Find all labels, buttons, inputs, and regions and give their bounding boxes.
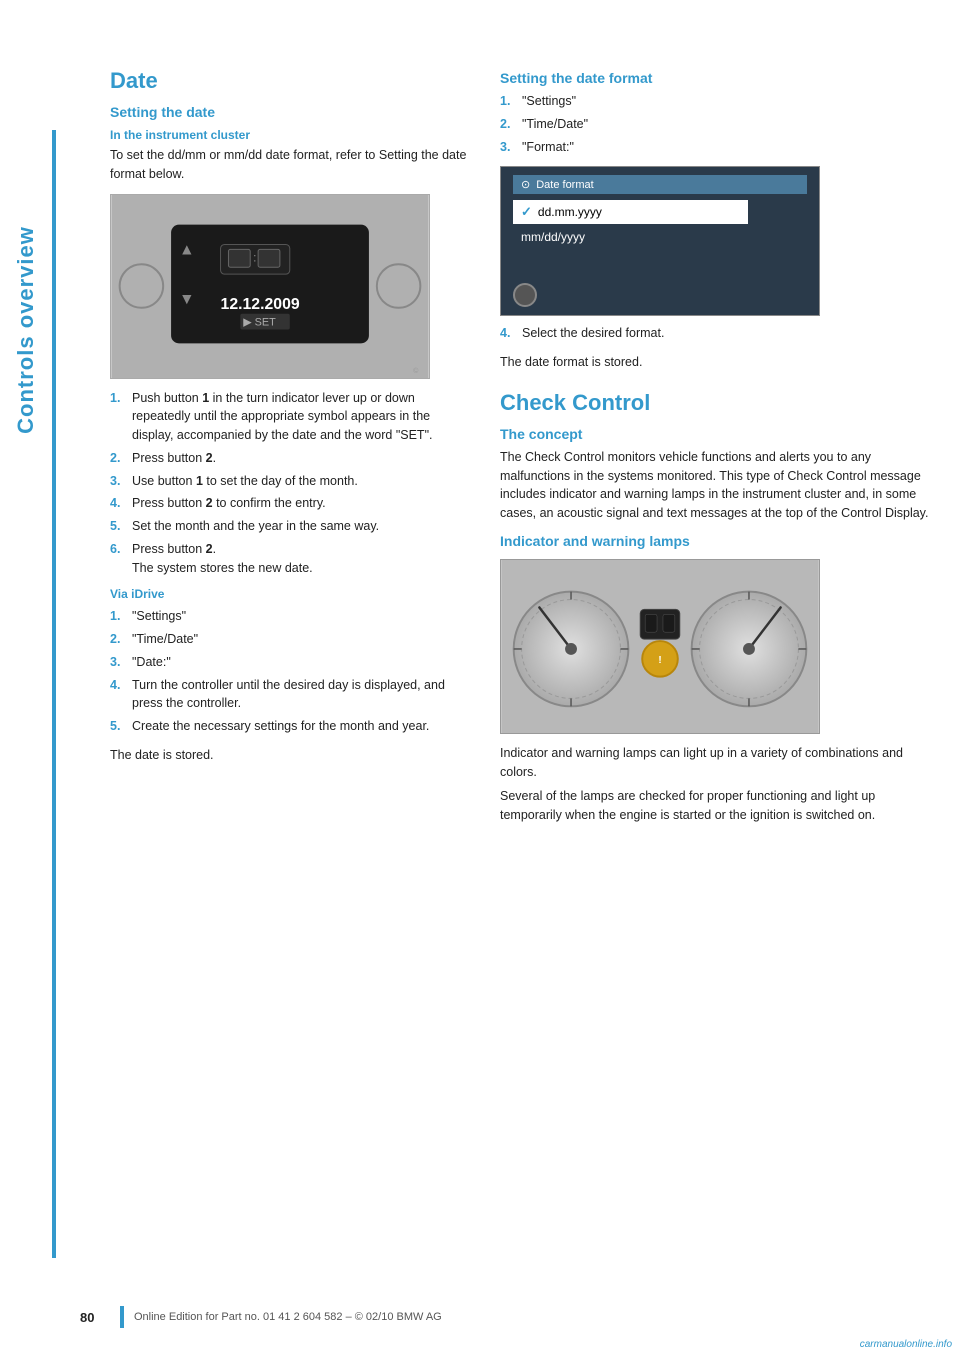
svg-text:▶ SET: ▶ SET bbox=[243, 316, 276, 328]
date-format-screen: ⊙ Date format ✓ dd.mm.yyyy mm/dd/yyyy bbox=[500, 166, 820, 316]
list-item: 6. Press button 2.The system stores the … bbox=[110, 540, 470, 578]
list-item: 2. "Time/Date" bbox=[110, 630, 470, 649]
carmanuals-watermark: carmanualonline.info bbox=[860, 1339, 952, 1350]
concept-title: The concept bbox=[500, 426, 930, 442]
main-content: Date Setting the date In the instrument … bbox=[80, 60, 960, 831]
footer: 80 Online Edition for Part no. 01 41 2 6… bbox=[0, 1306, 960, 1328]
date-stored-text: The date is stored. bbox=[110, 746, 470, 765]
list-item: 4. Select the desired format. bbox=[500, 324, 930, 343]
list-item: 1. "Settings" bbox=[500, 92, 930, 111]
svg-text:!: ! bbox=[658, 655, 661, 666]
left-column: Date Setting the date In the instrument … bbox=[110, 60, 470, 831]
list-item: 1. "Settings" bbox=[110, 607, 470, 626]
list-item: 5. Set the month and the year in the sam… bbox=[110, 517, 470, 536]
page-number: 80 bbox=[80, 1310, 110, 1325]
list-item: 4. Press button 2 to confirm the entry. bbox=[110, 494, 470, 513]
list-item: 2. Press button 2. bbox=[110, 449, 470, 468]
list-item: 3. Use button 1 to set the day of the mo… bbox=[110, 472, 470, 491]
sidebar-bar bbox=[52, 130, 56, 1258]
footer-text: Online Edition for Part no. 01 41 2 604 … bbox=[134, 1311, 442, 1323]
indicator-lamps-title: Indicator and warning lamps bbox=[500, 533, 930, 549]
footer-bar bbox=[120, 1306, 124, 1328]
list-item: 3. "Date:" bbox=[110, 653, 470, 672]
checkmark-icon: ✓ bbox=[521, 204, 532, 220]
sub-subsection-instrument-cluster: In the instrument cluster bbox=[110, 128, 470, 142]
instrument-cluster-intro: To set the dd/mm or mm/dd date format, r… bbox=[110, 146, 470, 184]
svg-text:12.12.2009: 12.12.2009 bbox=[221, 295, 300, 312]
date-format-option-1-text: dd.mm.yyyy bbox=[538, 205, 602, 219]
sidebar-label: Controls overview bbox=[0, 160, 52, 500]
indicator-text2: Several of the lamps are checked for pro… bbox=[500, 787, 930, 825]
list-item: 5. Create the necessary settings for the… bbox=[110, 717, 470, 736]
section-title-date: Date bbox=[110, 68, 470, 94]
setting-date-format-title: Setting the date format bbox=[500, 70, 930, 86]
indicator-text1: Indicator and warning lamps can light up… bbox=[500, 744, 930, 782]
step4-list: 4. Select the desired format. bbox=[500, 324, 930, 343]
subsection-setting-date: Setting the date bbox=[110, 104, 470, 120]
list-item: 1. Push button 1 in the turn indicator l… bbox=[110, 389, 470, 445]
check-control-title: Check Control bbox=[500, 390, 930, 416]
via-idrive-title: Via iDrive bbox=[110, 587, 470, 601]
date-format-stored: The date format is stored. bbox=[500, 353, 930, 372]
page-container: Controls overview Date Setting the date … bbox=[0, 0, 960, 1358]
instrument-steps-list: 1. Push button 1 in the turn indicator l… bbox=[110, 389, 470, 578]
date-format-option-2-text: mm/dd/yyyy bbox=[521, 230, 585, 244]
date-format-title-bar: ⊙ Date format bbox=[513, 175, 807, 194]
right-column: Setting the date format 1. "Settings" 2.… bbox=[500, 60, 930, 831]
date-format-screen-title: Date format bbox=[536, 179, 593, 191]
date-format-steps-list: 1. "Settings" 2. "Time/Date" 3. "Format:… bbox=[500, 92, 930, 156]
sidebar-label-text: Controls overview bbox=[13, 226, 39, 434]
svg-text:▼: ▼ bbox=[179, 290, 195, 307]
list-item: 4. Turn the controller until the desired… bbox=[110, 676, 470, 714]
date-format-option-2: mm/dd/yyyy bbox=[513, 226, 748, 248]
svg-text::: : bbox=[253, 250, 256, 264]
via-idrive-steps-list: 1. "Settings" 2. "Time/Date" 3. "Date:" … bbox=[110, 607, 470, 736]
date-format-inner: ⊙ Date format ✓ dd.mm.yyyy mm/dd/yyyy bbox=[501, 167, 819, 315]
date-format-icon: ⊙ bbox=[521, 178, 530, 191]
svg-text:©: © bbox=[413, 367, 418, 375]
date-format-option-1: ✓ dd.mm.yyyy bbox=[513, 200, 748, 224]
svg-text:▲: ▲ bbox=[179, 241, 195, 258]
gauge-image: ! bbox=[500, 559, 820, 734]
list-item: 3. "Format:" bbox=[500, 138, 930, 157]
concept-text: The Check Control monitors vehicle funct… bbox=[500, 448, 930, 523]
list-item: 2. "Time/Date" bbox=[500, 115, 930, 134]
instrument-cluster-image: : 12.12.2009 ▶ SET ▲ ▼ © bbox=[110, 194, 430, 379]
